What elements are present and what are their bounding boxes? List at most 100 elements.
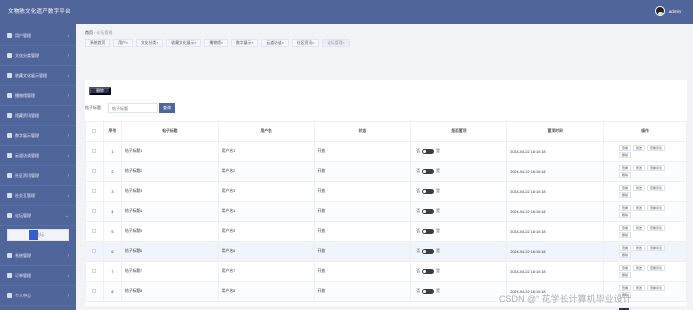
view-button[interactable]: 查看 — [619, 145, 632, 151]
edit-button[interactable]: 修改 — [633, 165, 646, 171]
museum-icon — [7, 93, 12, 98]
view-button[interactable]: 查看 — [619, 165, 632, 171]
view-comments-button[interactable]: 查看评论 — [647, 185, 666, 191]
delete-row-button[interactable]: 删除 — [619, 172, 632, 178]
post-status: 开放 — [317, 229, 326, 233]
row-checkbox[interactable] — [92, 149, 97, 153]
post-status: 开放 — [317, 289, 326, 293]
view-button[interactable]: 查看 — [619, 265, 632, 271]
social-icon — [7, 193, 12, 198]
user-icon — [7, 33, 12, 38]
edit-button[interactable]: 修改 — [633, 145, 646, 151]
top-switch[interactable] — [422, 248, 435, 254]
row-checkbox[interactable] — [92, 249, 97, 253]
post-title: 帖子标题7 — [124, 269, 143, 273]
search-button[interactable]: 查询 — [159, 103, 175, 113]
delete-row-button[interactable]: 删除 — [619, 232, 632, 238]
row-checkbox[interactable] — [92, 289, 97, 293]
view-button[interactable]: 查看 — [619, 245, 632, 251]
tab-culture-category[interactable]: 文化分类 × — [136, 39, 164, 47]
row-checkbox[interactable] — [92, 209, 97, 213]
delete-row-button[interactable]: 删除 — [619, 212, 632, 218]
view-comments-button[interactable]: 查看评论 — [647, 145, 666, 151]
tab-digital[interactable]: 数字展示 × — [231, 39, 259, 47]
avatar[interactable] — [654, 6, 665, 16]
switch-on-label: 是 — [436, 189, 440, 194]
username: admin — [668, 8, 681, 14]
sidebar-item-community[interactable]: 社区资讯管理 › — [0, 166, 76, 186]
view-button[interactable]: 查看 — [619, 285, 632, 291]
view-button[interactable]: 查看 — [619, 225, 632, 231]
sidebar-item-social[interactable]: 社交互管理 › — [0, 186, 76, 206]
row-checkbox[interactable] — [92, 189, 97, 193]
row-checkbox[interactable] — [92, 269, 97, 273]
search-input[interactable] — [108, 103, 158, 113]
tab-community[interactable]: 社区资讯 × — [291, 39, 320, 47]
sidebar-item-profile[interactable]: 个人中心 › — [0, 286, 76, 306]
edit-button[interactable]: 修改 — [633, 205, 646, 211]
post-status: 开放 — [317, 269, 326, 273]
table-row: 7 帖子标题7 用户名7 开放 否 是 2024-04-22 18:10:18 查… — [85, 261, 687, 282]
tab-forum[interactable]: 论坛管理 × — [322, 39, 350, 47]
sidebar-item-forum[interactable]: 论坛管理 ⌄ — [0, 206, 76, 226]
top-switch[interactable] — [422, 148, 435, 154]
category-icon — [7, 53, 12, 58]
main-content: 首页 / 论坛管理 系统首页 用户 × 文化分类 × 收藏文化展示 × 播物馆 … — [76, 24, 693, 310]
sidebar-item-culture-category[interactable]: 文化分类管理 › — [0, 46, 76, 66]
submenu-item-forum[interactable]: 论坛 — [36, 232, 44, 238]
tab-users[interactable]: 用户 × — [113, 39, 133, 47]
top-header: 文物陈文化遗产数字平台 admin — [0, 0, 693, 24]
top-switch[interactable] — [422, 228, 435, 234]
sidebar-item-users[interactable]: 用户管理 › — [0, 26, 76, 46]
tab-strip: 系统首页 用户 × 文化分类 × 收藏文化展示 × 播物馆 × 数字展示 × 云… — [85, 39, 687, 50]
row-actions: 查看 修改 查看评论 删除 — [619, 225, 671, 238]
view-button[interactable]: 查看 — [619, 185, 632, 191]
edit-button[interactable]: 修改 — [633, 185, 646, 191]
forum-submenu[interactable]: 论坛 — [7, 229, 69, 241]
view-comments-button[interactable]: 查看评论 — [647, 265, 666, 271]
edit-button[interactable]: 修改 — [633, 245, 646, 251]
row-checkbox[interactable] — [92, 169, 97, 173]
delete-row-button[interactable]: 删除 — [619, 272, 632, 278]
delete-row-button[interactable]: 删除 — [619, 152, 632, 158]
user-menu[interactable]: admin — [654, 6, 681, 16]
sidebar-item-orders[interactable]: 订单管理 › — [0, 266, 76, 286]
select-all-checkbox[interactable] — [92, 129, 97, 133]
top-switch[interactable] — [422, 288, 435, 294]
switch-off-label: 否 — [416, 249, 421, 254]
top-switch[interactable] — [422, 188, 435, 194]
view-comments-button[interactable]: 查看评论 — [647, 225, 666, 231]
top-time: 2024-04-22 18:10:18 — [510, 249, 546, 254]
top-switch[interactable] — [422, 208, 435, 214]
view-comments-button[interactable]: 查看评论 — [647, 245, 666, 251]
switch-off-label: 否 — [416, 189, 421, 194]
top-switch[interactable] — [422, 268, 435, 274]
delete-button[interactable]: 删除 — [89, 87, 111, 95]
sidebar-item-museum[interactable]: 播物馆管理 › — [0, 86, 76, 106]
edit-button[interactable]: 修改 — [633, 285, 646, 291]
post-status: 开放 — [317, 149, 326, 153]
sidebar-item-interview[interactable]: 云道访谈管理 › — [0, 146, 76, 166]
row-actions: 查看 修改 查看评论 删除 — [619, 265, 671, 278]
edit-button[interactable]: 修改 — [633, 265, 646, 271]
view-comments-button[interactable]: 查看评论 — [647, 205, 666, 211]
sidebar-item-exhibit[interactable]: 收藏文化展示管理 › — [0, 66, 76, 86]
sidebar-item-system[interactable]: 系统管理 › — [0, 246, 76, 266]
sidebar-item-digital[interactable]: 数字展示管理 › — [0, 126, 76, 146]
sidebar-item-news[interactable]: 馆藏资讯管理 › — [0, 106, 76, 126]
view-comments-button[interactable]: 查看评论 — [647, 165, 666, 171]
top-switch[interactable] — [422, 168, 435, 174]
view-button[interactable]: 查看 — [619, 205, 632, 211]
edit-button[interactable]: 修改 — [633, 225, 646, 231]
row-checkbox[interactable] — [92, 229, 97, 233]
delete-row-button[interactable]: 删除 — [619, 252, 632, 258]
view-comments-button[interactable]: 查看评论 — [647, 285, 666, 291]
tab-museum[interactable]: 播物馆 × — [204, 39, 229, 47]
tab-interview[interactable]: 云道访谈 × — [261, 39, 289, 47]
tab-home[interactable]: 系统首页 — [85, 39, 111, 47]
delete-row-button[interactable]: 删除 — [619, 192, 632, 198]
post-user: 用户名6 — [221, 249, 236, 253]
post-user: 用户名8 — [221, 289, 236, 293]
post-status: 开放 — [317, 209, 326, 213]
tab-exhibit[interactable]: 收藏文化展示 × — [166, 39, 202, 47]
